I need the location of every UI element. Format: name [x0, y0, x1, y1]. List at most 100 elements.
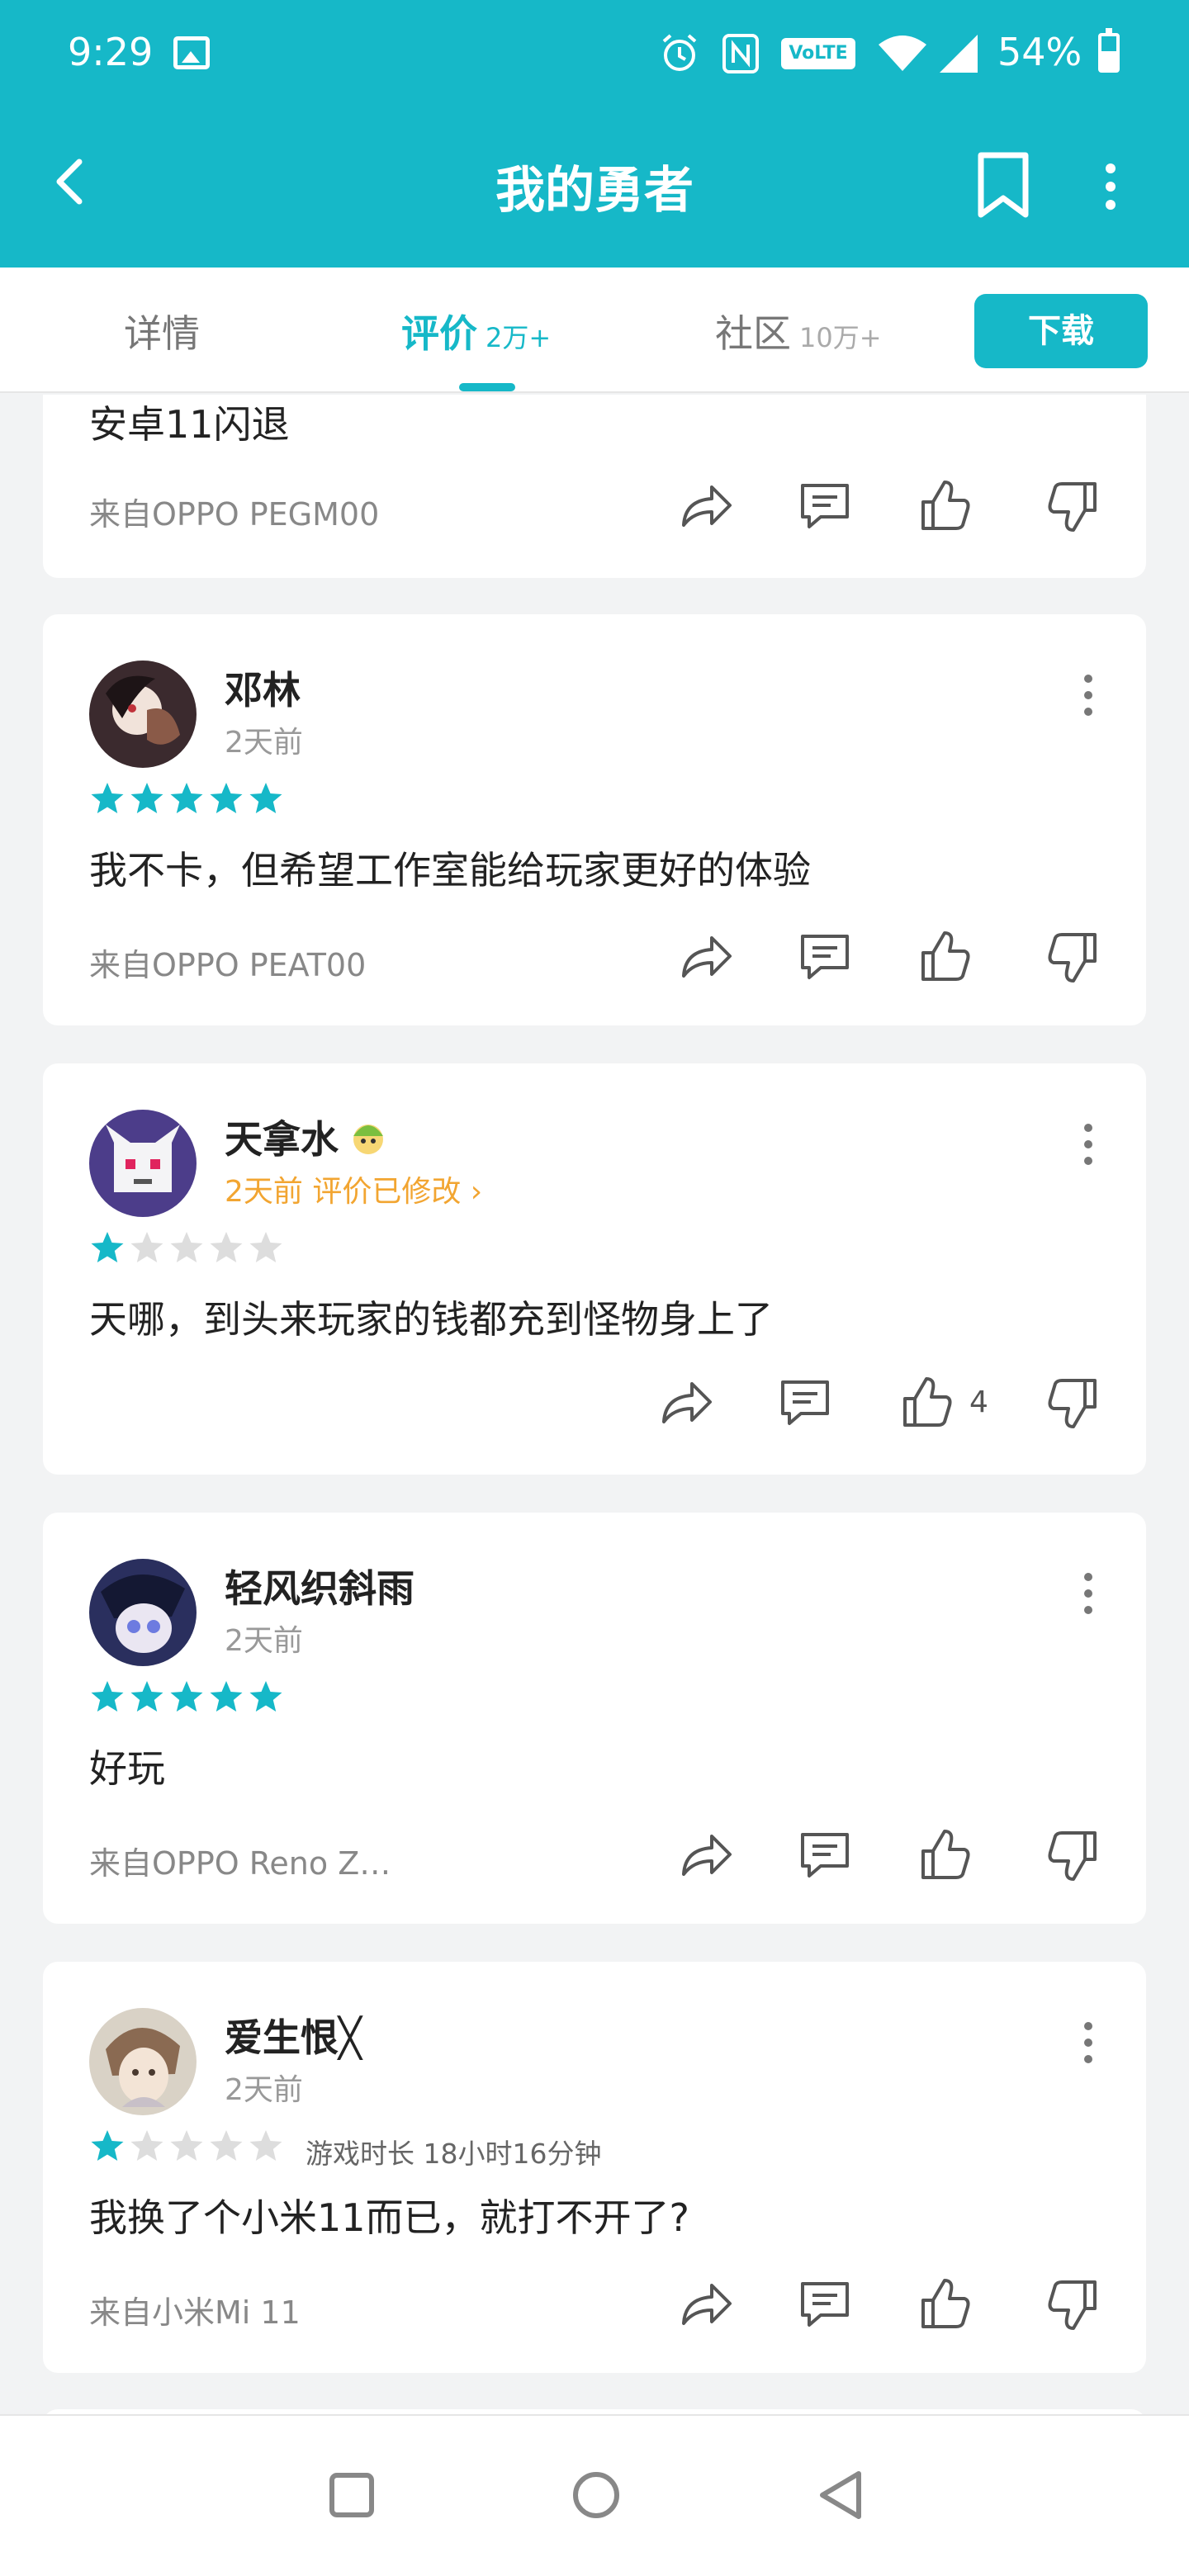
wifi-icon: [879, 36, 926, 71]
battery-icon: [1098, 28, 1120, 73]
tab-bar: 详情 评价 2万+ 社区 10万+ 下载: [0, 268, 1189, 393]
comment-icon[interactable]: [796, 928, 854, 986]
bookmark-icon[interactable]: [974, 152, 1032, 218]
star-filled-icon: [130, 783, 163, 813]
thumbs-down-icon[interactable]: [1044, 477, 1101, 535]
avatar[interactable]: [89, 661, 197, 768]
star-empty-icon: [170, 2130, 203, 2161]
tab-reviews[interactable]: 评价 2万+: [401, 304, 551, 358]
review-list[interactable]: 安卓11闪退 来自OPPO PEGM00 邓林 2天前 我不卡，但希望工作室能给…: [0, 395, 1189, 2414]
review-text: 好玩: [89, 1746, 165, 1791]
thumbs-down-icon[interactable]: [1044, 1826, 1101, 1884]
cell-signal-icon: [940, 35, 978, 73]
app-bar: 我的勇者: [0, 132, 1189, 239]
tab-community-count: 10万+: [799, 322, 882, 353]
review-text: 我换了个小米11而已，就打不开了?: [89, 2195, 689, 2240]
avatar[interactable]: [89, 2008, 197, 2115]
comment-icon[interactable]: [796, 477, 854, 535]
star-filled-icon: [91, 1681, 124, 1712]
star-rating: [89, 1679, 287, 1712]
review-menu-icon[interactable]: [1080, 1120, 1097, 1169]
star-empty-icon: [249, 1232, 282, 1262]
star-empty-icon: [170, 1232, 203, 1262]
comment-icon[interactable]: [776, 1374, 834, 1432]
tab-community-label: 社区: [715, 311, 791, 356]
review-card: 轻风织斜雨 2天前 好玩 来自OPPO Reno Z…: [43, 1513, 1146, 1924]
tab-indicator: [459, 383, 515, 391]
tab-details-label: 详情: [124, 311, 200, 356]
review-device: 来自OPPO Reno Z…: [89, 1845, 391, 1882]
star-empty-icon: [249, 2130, 282, 2161]
review-device: 来自小米Mi 11: [89, 2294, 301, 2331]
share-icon[interactable]: [677, 2275, 735, 2333]
reviewer-name[interactable]: 天拿水: [225, 1110, 390, 1164]
thumbs-up-icon[interactable]: [917, 2275, 974, 2333]
review-device: 来自OPPO PEAT00: [89, 947, 367, 983]
reviewer-name[interactable]: 爱生恨╳: [225, 2008, 362, 2062]
thumbs-down-icon[interactable]: [1044, 928, 1101, 986]
star-empty-icon: [130, 1232, 163, 1262]
thumbs-up-icon[interactable]: [917, 1826, 974, 1884]
reviewer-name-text: 天拿水: [225, 1117, 339, 1162]
status-bar: 9:29 VoLTE 54%: [0, 0, 1189, 107]
star-filled-icon: [249, 1681, 282, 1712]
play-duration: 游戏时长 18小时16分钟: [306, 2138, 602, 2170]
reviewer-name[interactable]: 邓林: [225, 661, 301, 715]
star-filled-icon: [210, 1681, 243, 1712]
system-nav-bar: [0, 2414, 1189, 2576]
more-options-icon[interactable]: [1098, 162, 1123, 211]
star-filled-icon: [91, 783, 124, 813]
share-icon[interactable]: [657, 1374, 715, 1432]
star-empty-icon: [210, 1232, 243, 1262]
volte-badge: VoLTE: [781, 38, 855, 69]
tab-details[interactable]: 详情: [124, 304, 200, 358]
comment-icon[interactable]: [796, 1826, 854, 1884]
review-time: 2天前: [225, 726, 303, 760]
share-icon[interactable]: [677, 928, 735, 986]
review-card: 天拿水 2天前 评价已修改 › 天哪，到头来玩家的钱都充到怪物身上了 4: [43, 1063, 1146, 1475]
reviewer-name[interactable]: 轻风织斜雨: [225, 1559, 414, 1613]
nfc-icon: [722, 34, 759, 73]
user-badge-icon: [353, 1125, 383, 1154]
tab-reviews-count: 2万+: [486, 322, 552, 353]
gallery-notification-icon: [173, 36, 210, 69]
review-card: 爱生恨╳ 2天前 游戏时长 18小时16分钟 我换了个小米11而已，就打不开了?…: [43, 1962, 1146, 2373]
review-menu-icon[interactable]: [1080, 1569, 1097, 1618]
avatar[interactable]: [89, 1559, 197, 1666]
review-text: 我不卡，但希望工作室能给玩家更好的体验: [89, 848, 811, 893]
star-rating: [89, 781, 287, 814]
review-time-edited[interactable]: 2天前 评价已修改 ›: [225, 1167, 482, 1210]
home-icon[interactable]: [563, 2462, 629, 2528]
battery-percent: 54%: [997, 30, 1082, 74]
star-rating: [89, 1230, 287, 1263]
download-button[interactable]: 下载: [974, 294, 1148, 368]
alarm-icon: [662, 34, 697, 71]
thumbs-down-icon[interactable]: [1044, 1374, 1101, 1432]
star-rating: [89, 2129, 287, 2162]
tab-community[interactable]: 社区 10万+: [715, 304, 882, 358]
star-filled-icon: [170, 783, 203, 813]
thumbs-up-icon[interactable]: [917, 477, 974, 535]
comment-icon[interactable]: [796, 2275, 854, 2333]
review-menu-icon[interactable]: [1080, 2018, 1097, 2067]
share-icon[interactable]: [677, 1826, 735, 1884]
like-count: 4: [969, 1385, 988, 1419]
review-text: 天哪，到头来玩家的钱都充到怪物身上了: [89, 1297, 773, 1342]
review-time: 2天前: [225, 1624, 303, 1658]
thumbs-up-icon[interactable]: [917, 928, 974, 986]
star-filled-icon: [91, 1232, 124, 1262]
star-filled-icon: [91, 2130, 124, 2161]
avatar[interactable]: [89, 1110, 197, 1217]
back-nav-icon[interactable]: [809, 2462, 875, 2528]
star-filled-icon: [210, 783, 243, 813]
thumbs-up-icon[interactable]: [898, 1374, 956, 1432]
status-time: 9:29: [68, 30, 154, 74]
share-icon[interactable]: [677, 477, 735, 535]
recent-apps-icon[interactable]: [319, 2462, 385, 2528]
review-card: 安卓11闪退 来自OPPO PEGM00: [43, 395, 1146, 578]
thumbs-down-icon[interactable]: [1044, 2275, 1101, 2333]
review-menu-icon[interactable]: [1080, 670, 1097, 720]
star-empty-icon: [210, 2130, 243, 2161]
star-filled-icon: [130, 1681, 163, 1712]
review-text: 安卓11闪退: [89, 402, 290, 447]
